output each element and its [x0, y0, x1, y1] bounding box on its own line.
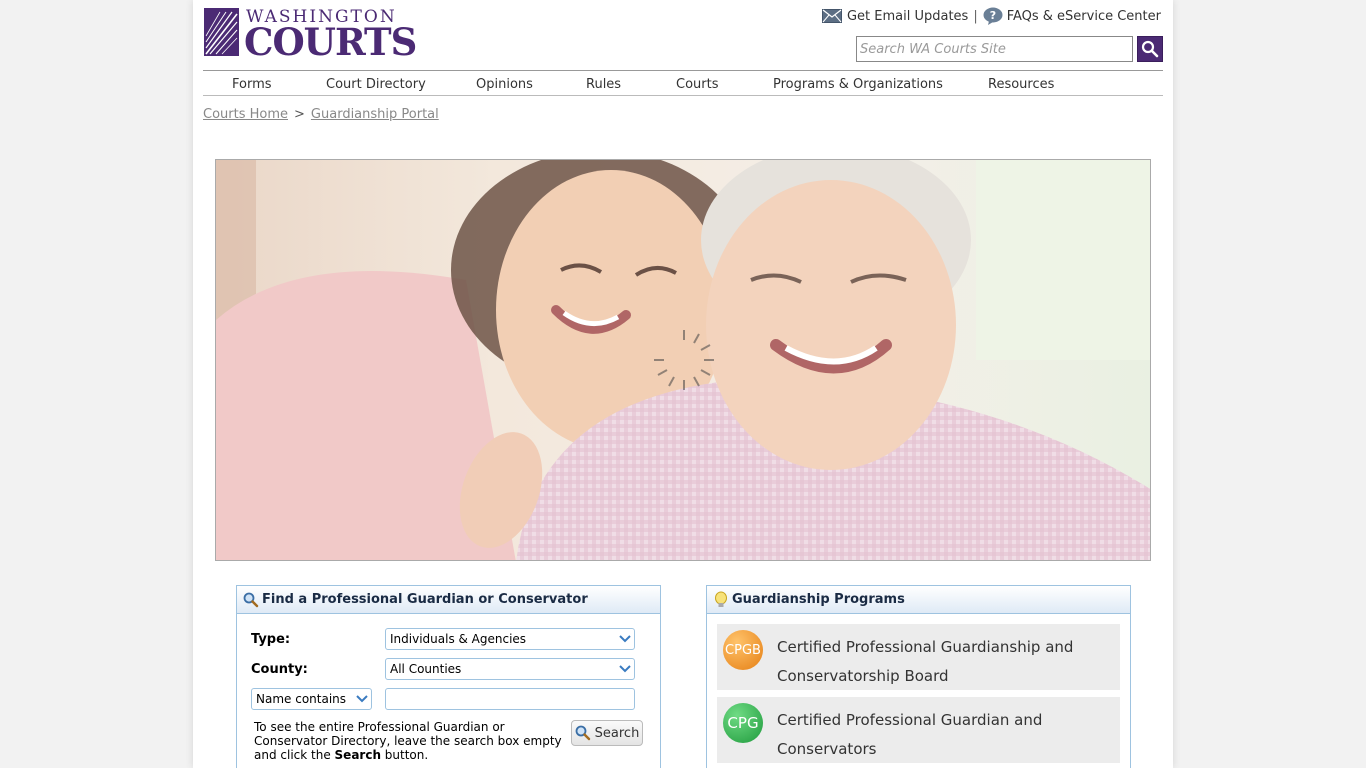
chevron-down-icon — [353, 695, 371, 703]
name-search-input[interactable] — [385, 688, 635, 710]
programs-panel-header: Guardianship Programs — [707, 586, 1130, 614]
program-item-cpgb[interactable]: CPGB Certified Professional Guardianship… — [717, 624, 1120, 690]
cpg-badge-text: CPG — [727, 714, 759, 732]
search-hint: To see the entire Professional Guardian … — [254, 720, 569, 762]
county-select[interactable]: All Counties — [385, 658, 635, 680]
chevron-down-icon — [616, 665, 634, 673]
hero-image — [215, 159, 1151, 561]
nav-item-courts[interactable]: Courts — [676, 77, 719, 92]
program-item-cpg[interactable]: CPG Certified Professional Guardian and … — [717, 697, 1120, 763]
type-select[interactable]: Individuals & Agencies — [385, 628, 635, 650]
hint-text-2: button. — [380, 748, 429, 762]
nav-item-programs-organizations[interactable]: Programs & Organizations — [773, 77, 943, 92]
search-icon — [1141, 40, 1159, 58]
cpgb-badge-icon: CPGB — [723, 630, 763, 670]
nav-item-forms[interactable]: Forms — [232, 77, 272, 92]
svg-text:?: ? — [990, 9, 996, 22]
utility-links: Get Email Updates | ? FAQs & eService Ce… — [821, 6, 1161, 26]
page-container: WASHINGTON COURTS Get Email Updates | ? … — [193, 0, 1173, 768]
site-search-button[interactable] — [1137, 36, 1163, 62]
name-filter-value: Name contains — [256, 692, 347, 706]
search-button-label: Search — [594, 725, 640, 741]
util-separator: | — [973, 8, 978, 24]
name-row: Name contains — [251, 688, 635, 710]
programs-panel-title: Guardianship Programs — [732, 592, 905, 607]
nav-item-rules[interactable]: Rules — [586, 77, 621, 92]
logo-main-text: COURTS — [244, 20, 417, 64]
email-updates-link[interactable]: Get Email Updates — [847, 9, 968, 24]
logo-mark-icon — [204, 8, 239, 56]
help-bubble-icon[interactable]: ? — [983, 7, 1003, 25]
guardian-search-button[interactable]: Search — [571, 720, 643, 746]
magnifier-icon — [575, 725, 590, 741]
lightbulb-icon — [715, 591, 727, 607]
faqs-eservice-link[interactable]: FAQs & eService Center — [1007, 9, 1161, 24]
cpg-badge-icon: CPG — [723, 703, 763, 743]
hero-photo-illustration — [216, 160, 1150, 560]
email-icon[interactable] — [821, 9, 842, 23]
chevron-down-icon — [616, 635, 634, 643]
guardianship-programs-panel: Guardianship Programs CPGB Certified Pro… — [706, 585, 1131, 768]
county-row: County: All Counties — [251, 658, 635, 680]
find-panel-title: Find a Professional Guardian or Conserva… — [262, 592, 588, 607]
cpgb-badge-text: CPGB — [725, 642, 761, 658]
breadcrumb-guardianship-portal[interactable]: Guardianship Portal — [311, 107, 439, 122]
site-search-input[interactable] — [856, 36, 1133, 62]
type-label: Type: — [251, 631, 291, 647]
breadcrumb: Courts Home > Guardianship Portal — [203, 107, 439, 122]
county-label: County: — [251, 661, 308, 677]
hint-text-bold: Search — [334, 748, 381, 762]
breadcrumb-courts-home[interactable]: Courts Home — [203, 107, 288, 122]
breadcrumb-separator: > — [294, 107, 305, 122]
find-guardian-panel: Find a Professional Guardian or Conserva… — [236, 585, 661, 768]
nav-item-resources[interactable]: Resources — [988, 77, 1054, 92]
name-filter-select[interactable]: Name contains — [251, 688, 372, 710]
program-label-cpg: Certified Professional Guardian and Cons… — [777, 711, 1043, 758]
program-label-cpgb: Certified Professional Guardianship and … — [777, 638, 1074, 685]
type-row: Type: Individuals & Agencies — [251, 628, 635, 650]
county-select-value: All Counties — [390, 662, 462, 676]
type-select-value: Individuals & Agencies — [390, 632, 527, 646]
find-panel-header: Find a Professional Guardian or Conserva… — [237, 586, 660, 614]
magnifier-icon — [243, 592, 259, 607]
washington-courts-logo[interactable]: WASHINGTON COURTS — [204, 8, 417, 62]
nav-item-opinions[interactable]: Opinions — [476, 77, 533, 92]
main-nav: Forms Court Directory Opinions Rules Cou… — [203, 70, 1163, 96]
nav-item-court-directory[interactable]: Court Directory — [326, 77, 426, 92]
